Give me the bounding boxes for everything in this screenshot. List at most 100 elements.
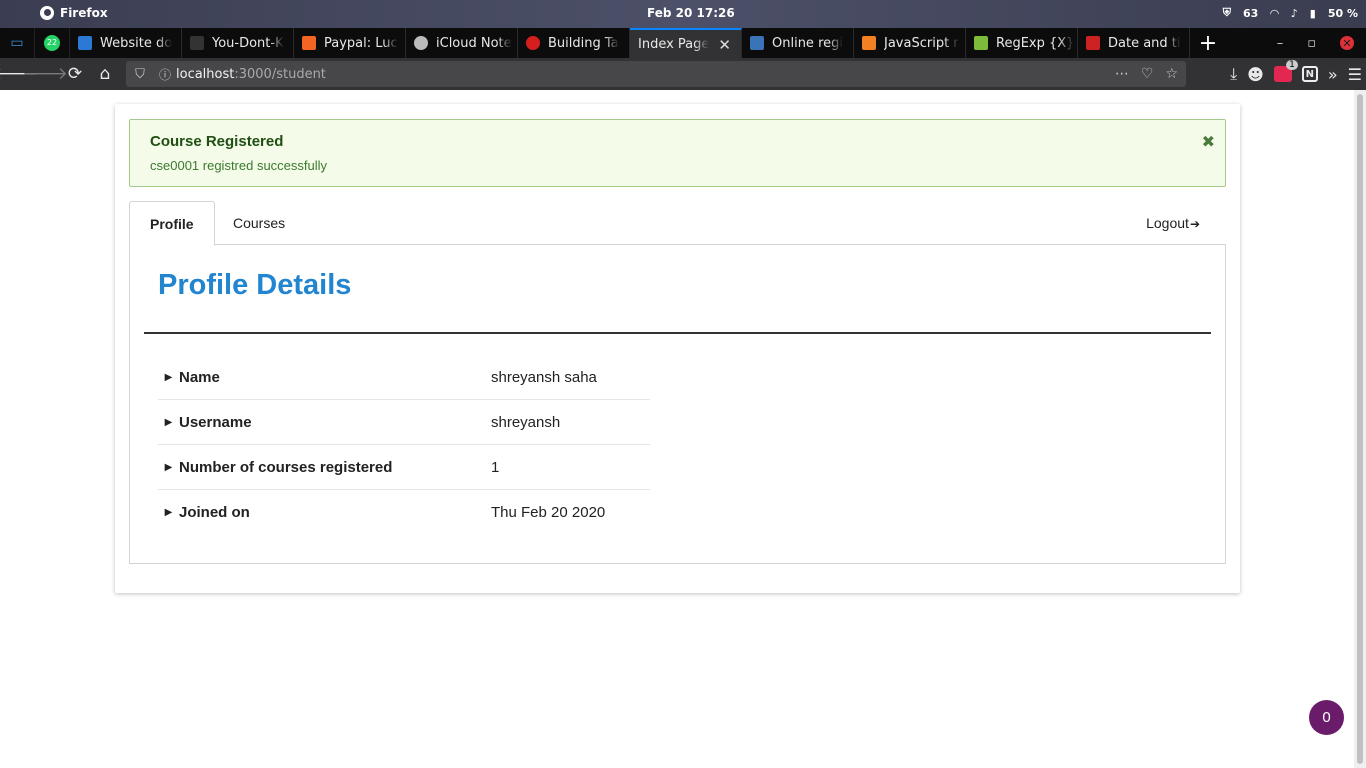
- new-tab-button[interactable]: +: [1190, 28, 1226, 58]
- toolbar-right: ⤓ ☻ 1 N » ☰: [1230, 58, 1362, 90]
- pinned-tab-desktop[interactable]: ▭: [0, 28, 35, 58]
- tab-title: Building Ta: [548, 35, 619, 51]
- chat-widget-button[interactable]: 0: [1309, 700, 1344, 735]
- tab-favicon-icon: [78, 36, 92, 50]
- browser-tab[interactable]: JavaScript r: [854, 28, 966, 58]
- whatsapp-icon: 22: [44, 35, 60, 51]
- pocket-icon[interactable]: ♡: [1141, 66, 1154, 82]
- url-host[interactable]: localhost: [176, 67, 234, 82]
- close-window-icon[interactable]: ✕: [1340, 36, 1354, 50]
- tab-title: Index Page: [638, 36, 710, 52]
- tab-title: RegExp {X}: [996, 35, 1075, 51]
- battery-icon[interactable]: ▮: [1310, 7, 1316, 20]
- bookmark-star-icon[interactable]: ☆: [1165, 66, 1178, 82]
- browser-tab[interactable]: You-Dont-K: [182, 28, 294, 58]
- detail-label: Username: [179, 413, 252, 431]
- tab-panel-profile: Profile Details ▶ Name shreyansh saha ▶ Use…: [129, 244, 1226, 564]
- list-item: ▶ Number of courses registered 1: [158, 445, 650, 490]
- system-top-bar: Firefox Feb 20 17:26 ⛨ 63 ◠ ♪ ▮ 50 %: [0, 0, 1366, 28]
- active-app[interactable]: Firefox: [40, 6, 108, 20]
- tracking-shield-icon[interactable]: ⛉: [126, 67, 154, 82]
- tab-title: Website do: [100, 35, 173, 51]
- browser-tab[interactable]: Paypal: Luc: [294, 28, 406, 58]
- tab-favicon-icon: [302, 36, 316, 50]
- url-bar[interactable]: ⛉ ⓘ localhost:3000/student ⋯ ♡ ☆: [126, 61, 1186, 87]
- scrollbar[interactable]: [1354, 90, 1366, 768]
- system-tray: ⛨ 63 ◠ ♪ ▮ 50 %: [1223, 6, 1358, 20]
- apple-icon: [414, 36, 428, 50]
- tab-title: iCloud Note: [436, 35, 512, 51]
- detail-label: Number of courses registered: [179, 458, 393, 476]
- tray-count[interactable]: 63: [1243, 7, 1258, 20]
- plus-icon: +: [1198, 30, 1218, 56]
- reload-button[interactable]: ⟳: [60, 59, 90, 89]
- message-text: cse0001 registred successfully: [150, 158, 328, 173]
- tab-profile[interactable]: Profile: [129, 201, 215, 246]
- caret-right-icon: ▶: [164, 371, 173, 383]
- logout-label: Logout: [1146, 215, 1189, 231]
- detail-value: Thu Feb 20 2020: [491, 504, 606, 521]
- caret-right-icon: ▶: [164, 507, 173, 518]
- extension-badge-icon[interactable]: 1: [1273, 60, 1298, 82]
- logout-icon: ➔: [1189, 217, 1200, 231]
- active-app-name: Firefox: [60, 6, 108, 20]
- tab-title: Online regi: [772, 35, 843, 51]
- tab-courses[interactable]: Courses: [213, 201, 305, 245]
- browser-tab[interactable]: Building Ta: [518, 28, 630, 58]
- success-message: Course Registered cse0001 registred succ…: [129, 119, 1226, 187]
- firefox-icon: [40, 6, 54, 20]
- browser-tab[interactable]: RegExp {X}: [966, 28, 1078, 58]
- battery-level[interactable]: 50 %: [1328, 7, 1358, 20]
- page-viewport: Course Registered cse0001 registred succ…: [0, 90, 1366, 768]
- navigation-toolbar: 🡐 🡒 ⟳ ⌂ ⛉ ⓘ localhost:3000/student ⋯ ♡ ☆…: [0, 58, 1366, 90]
- caret-right-icon: ▶: [164, 461, 173, 473]
- overflow-menu-icon[interactable]: »: [1328, 65, 1338, 84]
- browser-tab[interactable]: Online regi: [742, 28, 854, 58]
- hamburger-menu-icon[interactable]: ☰: [1348, 65, 1362, 84]
- tab-favicon-icon: [974, 36, 988, 50]
- close-tab-icon[interactable]: ✕: [718, 36, 731, 54]
- scrollbar-thumb[interactable]: [1357, 94, 1363, 764]
- logout-button[interactable]: Logout➔: [1146, 201, 1200, 245]
- shield-icon[interactable]: ⛨: [1223, 6, 1231, 20]
- tab-favicon-icon: [526, 36, 540, 50]
- notion-icon[interactable]: N: [1301, 66, 1318, 82]
- page-actions-icon[interactable]: ⋯: [1115, 66, 1129, 82]
- message-header: Course Registered: [150, 133, 284, 150]
- download-icon[interactable]: ⤓: [1230, 64, 1237, 84]
- url-actions: ⋯ ♡ ☆: [1115, 66, 1186, 82]
- browser-tab[interactable]: Date and ti: [1078, 28, 1190, 58]
- restore-icon[interactable]: ▫: [1307, 36, 1316, 51]
- extension-icon[interactable]: ☻: [1247, 65, 1264, 84]
- pinned-tab-whatsapp[interactable]: 22: [35, 28, 70, 58]
- page-title: Profile Details: [158, 269, 352, 301]
- browser-tab[interactable]: Website do: [70, 28, 182, 58]
- clock[interactable]: Feb 20 17:26: [647, 6, 735, 20]
- forward-button[interactable]: 🡒: [22, 59, 68, 89]
- url-path[interactable]: :3000/student: [234, 67, 326, 82]
- stackoverflow-icon: [862, 36, 876, 50]
- home-button[interactable]: ⌂: [90, 59, 120, 89]
- detail-value: shreyansh: [491, 413, 561, 431]
- close-icon[interactable]: ✖: [1202, 132, 1215, 151]
- tab-favicon-icon: [750, 36, 764, 50]
- detail-label: Name: [179, 368, 220, 386]
- divider: [144, 332, 1211, 334]
- monitor-icon: ▭: [10, 35, 24, 51]
- browser-tab-active[interactable]: Index Page ✕: [630, 28, 742, 58]
- caret-right-icon: ▶: [164, 416, 173, 428]
- profile-tab-menu: Profile Courses Logout➔: [129, 201, 1226, 246]
- detail-label: Joined on: [179, 504, 250, 521]
- tab-title: You-Dont-K: [212, 35, 284, 51]
- browser-tab[interactable]: iCloud Note: [406, 28, 518, 58]
- volume-icon[interactable]: ♪: [1291, 7, 1298, 20]
- tab-title: Date and ti: [1108, 35, 1181, 51]
- minimize-icon[interactable]: –: [1277, 36, 1284, 51]
- list-item: ▶ Name shreyansh saha: [158, 355, 650, 400]
- tab-favicon-icon: [190, 36, 204, 50]
- wifi-icon[interactable]: ◠: [1270, 7, 1278, 20]
- badge-count: 1: [1286, 60, 1298, 70]
- window-controls: – ▫ ✕: [1277, 28, 1366, 58]
- site-info-icon[interactable]: ⓘ: [154, 66, 176, 83]
- tab-title: JavaScript r: [884, 35, 959, 51]
